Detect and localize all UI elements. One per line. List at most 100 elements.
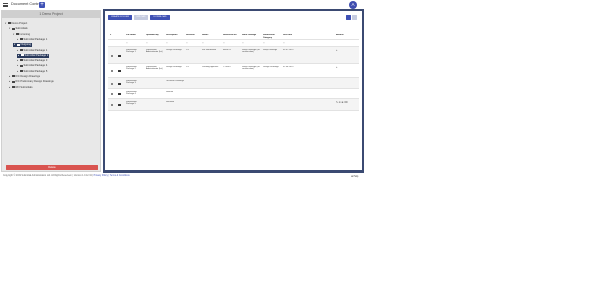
- filter-input[interactable]: Q: [186, 42, 200, 45]
- column-header[interactable]: Work Package: [242, 34, 261, 37]
- delete-button[interactable]: Delete: [6, 165, 98, 170]
- folder-icon: [11, 75, 15, 78]
- table-cell: CYR007: [223, 65, 231, 68]
- row-checkbox[interactable]: [111, 54, 113, 57]
- help-link[interactable]: ⊕ Help: [351, 175, 358, 178]
- table-cell[interactable]: Submission Package 4: [126, 91, 144, 96]
- tree-node[interactable]: ▸ Submittal Package 2: [17, 53, 50, 58]
- column-header[interactable]: #: [110, 34, 115, 37]
- tree-node-label: IFC Preliminary Design Drawings: [15, 80, 54, 84]
- tree-node-label: Submittals: [15, 27, 28, 31]
- filter-input[interactable]: Q: [263, 42, 281, 45]
- tree-node[interactable]: ▾ Demo Project: [5, 22, 27, 26]
- row-actions[interactable]: +: [336, 66, 356, 69]
- create-folder-button[interactable]: CREATE FOLDER: [108, 15, 132, 20]
- grid-view-icon[interactable]: [352, 15, 357, 20]
- table-cell: Design Drawings: [166, 65, 182, 68]
- chevron-down-icon[interactable]: ▾: [14, 43, 17, 47]
- add-button[interactable]: +: [39, 2, 45, 8]
- app-root: Document Control + A 1 Demo Project ▾ Dem…: [0, 0, 600, 295]
- app-title: Document Control: [11, 2, 42, 6]
- folder-icon: [20, 54, 24, 57]
- table-cell[interactable]: Submission Package 3: [126, 80, 144, 85]
- filter-input[interactable]: Q: [166, 42, 184, 45]
- table-cell[interactable]: Submission Package 2: [126, 66, 144, 71]
- download-button[interactable]: DOWNLOAD: [150, 15, 170, 20]
- row-checkbox[interactable]: [111, 93, 113, 95]
- list-view-icon[interactable]: [346, 15, 351, 20]
- upload-button[interactable]: UPLOAD: [134, 15, 148, 20]
- column-header[interactable]: File Name: [126, 34, 144, 37]
- tree-node-label: Submittal Package 4: [23, 64, 48, 68]
- version-text: Version 1.0.12.34: [73, 175, 92, 177]
- table-row[interactable]: Submission Package 2 Submission Administr…: [108, 64, 359, 78]
- folder-icon: [118, 104, 121, 106]
- column-header[interactable]: Revision: [186, 34, 200, 37]
- tree-node-label: Submittal Package 1: [23, 37, 48, 41]
- tree-node[interactable]: ▸ Submittal Package 1: [17, 38, 47, 42]
- folder-icon: [19, 48, 23, 51]
- footer-links[interactable]: Privacy Policy | Terms & Conditions: [94, 175, 130, 177]
- tree-node-label: Submittal Package 5: [23, 69, 48, 73]
- folder-icon: [11, 85, 15, 88]
- table-row[interactable]: Submission Package 5 Sensible ✎ ⊘ ⊕ ⌫: [108, 99, 359, 111]
- filter-row: QQQQQQQQQ: [108, 40, 359, 47]
- tree-node[interactable]: ▾ Submittals: [9, 27, 28, 31]
- folder-icon: [118, 93, 121, 95]
- table-cell: Technical Drawings: [166, 79, 184, 82]
- table-cell: Design Drawings: [263, 65, 279, 68]
- folder-icon: [19, 70, 23, 72]
- table-row[interactable]: Submission Package 1 Submission Administr…: [108, 47, 359, 64]
- row-actions[interactable]: ✎ ⊘ ⊕ ⌫: [336, 101, 356, 104]
- filter-input[interactable]: Q: [223, 42, 240, 45]
- folder-icon: [11, 80, 15, 83]
- table-header-row: # File Name Uploaded By Description Revision…: [108, 30, 359, 40]
- chevron-right-icon[interactable]: ▸: [17, 64, 20, 68]
- tree-node[interactable]: ▸ Submittal Package 1: [17, 49, 47, 53]
- table-cell: Submission Administrator (Int): [146, 48, 163, 54]
- table-row[interactable]: Submission Package 4 Rewrite: [108, 89, 359, 99]
- tree-node[interactable]: ▸ IFC Design Drawings: [9, 75, 40, 79]
- table-cell: Shop Drawings: [263, 48, 278, 51]
- table-cell[interactable]: Submission Package 1: [126, 49, 144, 54]
- table-cell[interactable]: Submission Package 5: [126, 101, 144, 106]
- row-checkbox[interactable]: [111, 82, 113, 85]
- folder-icon: [16, 43, 20, 46]
- documents-panel: CREATE FOLDER UPLOAD DOWNLOAD # File Name…: [103, 9, 364, 173]
- folder-icon: [118, 70, 121, 72]
- row-actions[interactable]: +: [336, 49, 356, 52]
- tree-node[interactable]: ▾ Outgoing: [13, 43, 33, 48]
- tree-node[interactable]: ▸ Submittal Package 5: [17, 70, 47, 74]
- copyright-text: Copyright © 2019 Submittal Administratio…: [3, 175, 72, 177]
- filter-input[interactable]: Q: [283, 42, 303, 45]
- column-header[interactable]: Actions: [336, 34, 356, 37]
- column-header[interactable]: Submission Category: [263, 34, 281, 39]
- table-cell: Shop Drawings (for construction): [242, 65, 260, 71]
- tree-node[interactable]: ▸ Submittal Package 3: [17, 59, 47, 63]
- row-checkbox[interactable]: [111, 70, 113, 72]
- filter-input[interactable]: Q: [146, 42, 164, 45]
- tree-node[interactable]: ▸ IFC Preliminary Design Drawings: [9, 80, 54, 84]
- filter-input[interactable]: Q: [126, 42, 144, 45]
- table-cell: 07.08.2019: [283, 65, 294, 68]
- folder-icon: [11, 27, 15, 30]
- tree-node[interactable]: ▸ RFI Submittals: [9, 86, 33, 90]
- column-header[interactable]: Description: [166, 34, 184, 37]
- column-header[interactable]: Reference No.: [223, 34, 240, 37]
- tree-node[interactable]: ▾ Incoming: [13, 33, 30, 37]
- column-header[interactable]: Uploaded By: [146, 34, 164, 37]
- filter-input[interactable]: Q: [202, 42, 221, 45]
- column-header[interactable]: Status: [202, 34, 221, 37]
- avatar[interactable]: A: [349, 1, 357, 9]
- menu-icon[interactable]: [3, 3, 8, 7]
- table-row[interactable]: Submission Package 3 Technical Drawings: [108, 78, 359, 89]
- table-cell: Sensible: [166, 100, 174, 103]
- column-header[interactable]: Due Date: [283, 34, 303, 37]
- filter-input[interactable]: Q: [242, 42, 261, 45]
- tree-node[interactable]: ▸ Submittal Package 4: [17, 64, 47, 68]
- table-cell: Shop Drawings (for construction): [242, 48, 260, 54]
- table-cell: Pending approval: [202, 65, 219, 68]
- chevron-down-icon[interactable]: ▾: [9, 27, 12, 31]
- row-checkbox[interactable]: [111, 104, 113, 106]
- folder-tree-panel: 1 Demo Project ▾ Demo Project ▾ Submittals ▾…: [1, 10, 101, 172]
